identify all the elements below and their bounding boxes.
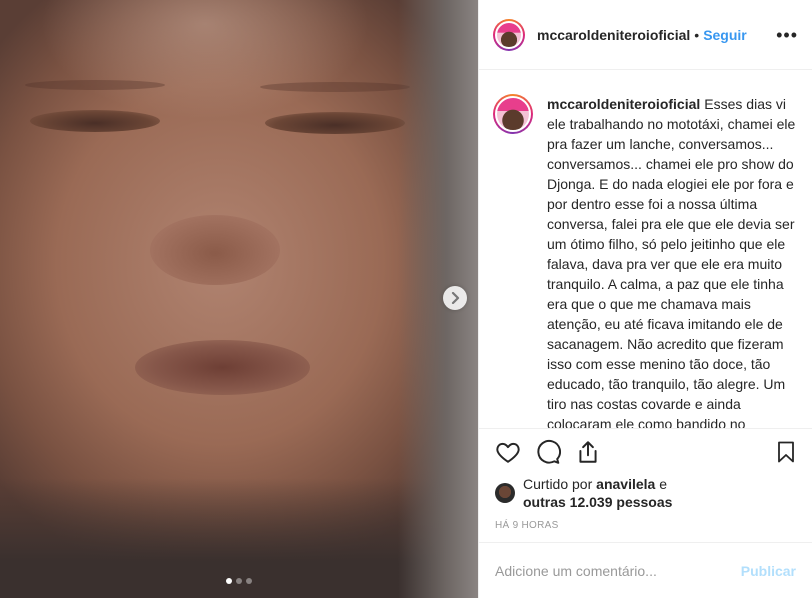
comment-input[interactable]: Adicione um comentário... [495,563,741,579]
carousel-indicator [0,578,478,584]
photo-detail [135,340,310,395]
heart-icon[interactable] [495,439,521,465]
likes-prefix: Curtido por [523,476,593,492]
bookmark-icon[interactable] [774,439,798,465]
photo-detail [260,82,410,92]
caption-avatar[interactable] [493,94,533,134]
avatar-image [495,20,523,49]
avatar[interactable] [493,18,525,51]
follow-button[interactable]: Seguir [703,27,747,43]
carousel-dot-active [226,578,232,584]
comment-box: Adicione um comentário... Publicar [479,542,812,598]
publish-button[interactable]: Publicar [741,563,796,579]
next-slide-button[interactable] [443,286,467,310]
header-separator: • [694,26,700,43]
photo-highlight [40,0,370,120]
post-sidebar: mccaroldeniteroioficial • Seguir ••• mcc… [478,0,812,598]
post-timestamp[interactable]: HÁ 9 HORAS [479,512,812,542]
header-username[interactable]: mccaroldeniteroioficial [537,27,690,43]
caption-section: mccaroldeniteroioficial Esses dias vi ele… [479,70,812,428]
liker-avatar[interactable] [495,483,515,503]
likes-summary: Curtido por anavilela e outras 12.039 pe… [479,474,812,512]
photo-detail [265,112,405,134]
post-media[interactable] [0,0,478,598]
action-bar [479,428,812,474]
caption-username[interactable]: mccaroldeniteroioficial [547,96,700,112]
likes-text: Curtido por anavilela e outras 12.039 pe… [523,475,672,511]
likes-conjunction: e [659,476,667,492]
comment-icon[interactable] [535,439,561,465]
more-options-icon[interactable]: ••• [776,26,798,44]
photo-detail [150,215,280,285]
instagram-post: mccaroldeniteroioficial • Seguir ••• mcc… [0,0,812,598]
caption: mccaroldeniteroioficial Esses dias vi ele… [547,94,796,428]
carousel-dot [246,578,252,584]
chevron-right-icon [451,292,460,304]
post-header: mccaroldeniteroioficial • Seguir ••• [479,0,812,70]
caption-body: Esses dias vi ele trabalhando no mototáx… [547,96,796,428]
liker-username[interactable]: anavilela [596,476,655,492]
share-icon[interactable] [575,439,601,465]
avatar-image [495,96,531,132]
carousel-dot [236,578,242,584]
photo-detail [30,110,160,132]
photo-detail [25,80,165,90]
likes-others-link[interactable]: outras 12.039 pessoas [523,494,672,510]
